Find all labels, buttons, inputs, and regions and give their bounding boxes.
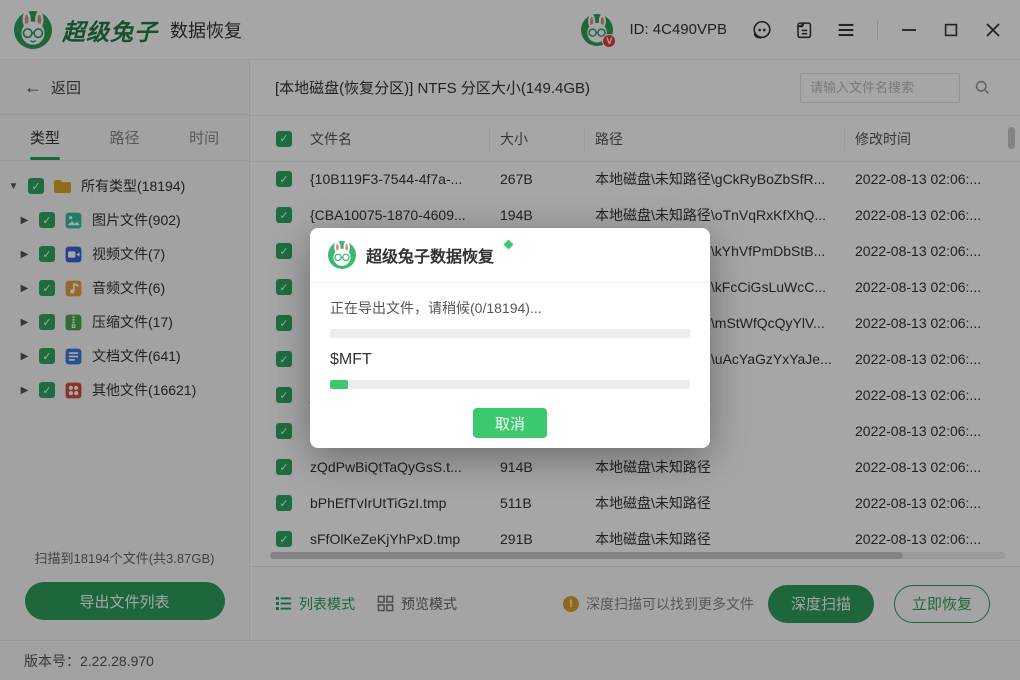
dialog-header: 超级兔子数据恢复	[310, 228, 710, 283]
file-progress-fill	[330, 380, 348, 389]
current-file-label: $MFT	[330, 351, 690, 369]
overall-progress-bar	[330, 329, 690, 338]
dialog-title: 超级兔子数据恢复	[366, 243, 494, 267]
rabbit-logo-icon	[328, 241, 356, 269]
dialog-body: 正在导出文件，请稍候(0/18194)... $MFT 取消	[310, 283, 710, 438]
diamond-icon	[504, 240, 514, 250]
export-status-text: 正在导出文件，请稍候(0/18194)...	[330, 298, 690, 318]
file-progress-bar	[330, 380, 690, 389]
export-progress-dialog: 超级兔子数据恢复 正在导出文件，请稍候(0/18194)... $MFT 取消	[310, 228, 710, 448]
cancel-button[interactable]: 取消	[473, 408, 547, 438]
app-window: 超级兔子 数据恢复 V ID: 4C490VPB	[0, 0, 1020, 680]
